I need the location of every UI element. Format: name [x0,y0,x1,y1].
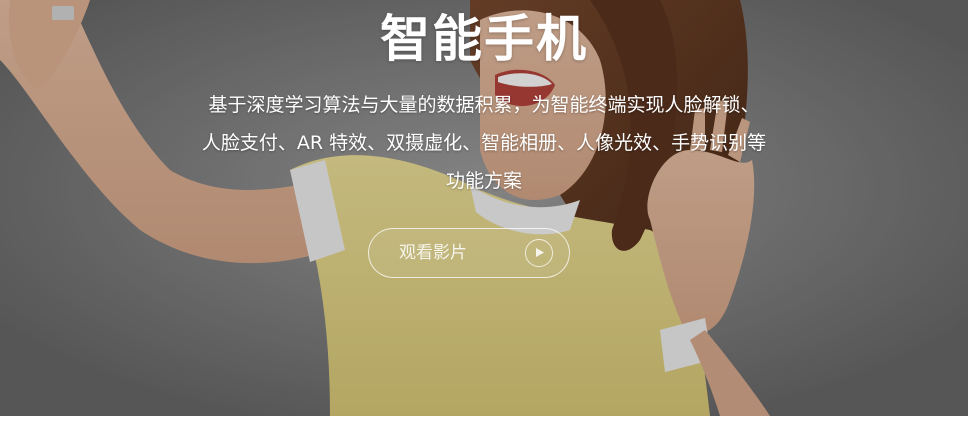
hero-description: 基于深度学习算法与大量的数据积累，为智能终端实现人脸解锁、人脸支付、AR 特效、… [201,94,767,192]
play-icon [525,239,553,267]
watch-video-label: 观看影片 [399,243,467,263]
watch-video-button[interactable]: 观看影片 [368,228,570,278]
page-title: 智能手机 [380,10,588,68]
hero-banner: 智能手机 基于深度学习算法与大量的数据积累，为智能终端实现人脸解锁、人脸支付、A… [0,0,968,416]
hero-content: 智能手机 基于深度学习算法与大量的数据积累，为智能终端实现人脸解锁、人脸支付、A… [0,0,968,416]
